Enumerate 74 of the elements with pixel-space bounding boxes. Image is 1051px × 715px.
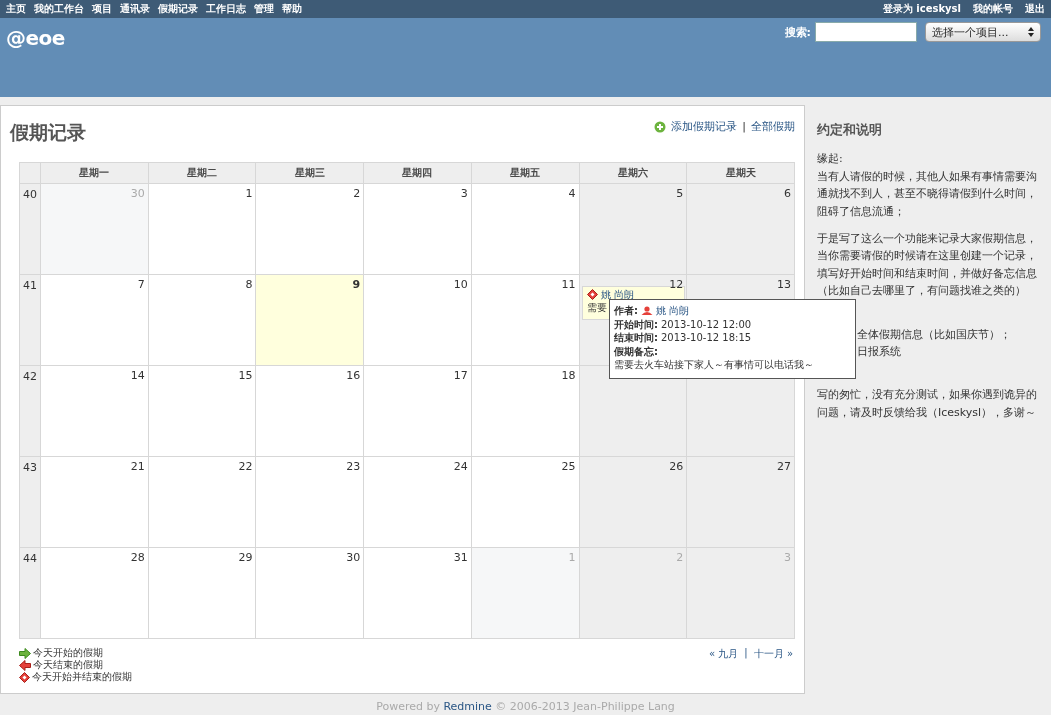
separator: | <box>744 647 748 661</box>
search-label: 搜索: <box>784 24 811 40</box>
page-title: 假期记录 <box>10 120 86 145</box>
week-number: 40 <box>20 184 40 274</box>
day-number: 30 <box>346 551 361 564</box>
day-number: 29 <box>238 551 253 564</box>
day-number: 13 <box>777 278 791 291</box>
day-number: 3 <box>460 187 468 200</box>
day-number: 14 <box>130 369 145 382</box>
sidebar-text: 缘起: <box>817 151 844 168</box>
weekday-header: 星期六 <box>579 163 687 183</box>
legend-label: 今天开始并结束的假期 <box>32 670 132 684</box>
sidebar-title: 约定和说明 <box>817 121 883 139</box>
footer-text: Powered by Redmine © 2006-2013 Jean-Philippe Lang <box>376 700 675 713</box>
weekday-header: 星期四 <box>364 163 471 183</box>
tooltip-note: 需要去火车站接下家人～有事情可以电话我～ <box>614 358 815 372</box>
sidebar-text: 问题，请及时反馈给我（Iceskysl），多谢～ <box>817 404 1038 421</box>
day-number: 2 <box>353 187 361 200</box>
tooltip-label: 开始时间: <box>614 317 658 331</box>
sidebar-text: 日报系统 <box>857 344 902 361</box>
day-number: 25 <box>561 460 576 473</box>
tooltip-value: 2013-10-12 12:00 <box>661 317 752 331</box>
day-number: 15 <box>238 369 253 382</box>
weekday-header: 星期三 <box>256 163 364 183</box>
sidebar-text: 阻碍了信息流通； <box>817 203 906 220</box>
day-number: 1 <box>568 551 576 564</box>
weekday-header: 星期天 <box>687 163 794 183</box>
day-number: 26 <box>669 460 684 473</box>
day-number: 5 <box>676 187 684 200</box>
day-number: 6 <box>784 187 791 200</box>
tooltip-value: 2013-10-12 18:15 <box>661 331 752 345</box>
day-number: 4 <box>568 187 576 200</box>
weekday-header: 星期一 <box>41 163 148 183</box>
day-number: 7 <box>137 278 145 291</box>
tooltip-label: 作者: <box>614 304 638 318</box>
day-number: 17 <box>453 369 468 382</box>
sidebar-text: 填写好开始时间和结束时间，并做好备忘信息 <box>817 265 1038 282</box>
day-number: 27 <box>777 460 791 473</box>
sidebar-text: 当你需要请假的时候请在这里创建一个记录， <box>817 248 1038 265</box>
day-number: 24 <box>453 460 468 473</box>
separator: | <box>742 120 746 133</box>
day-number: 2 <box>676 551 684 564</box>
sidebar-text: 通就找不到人，甚至不晓得请假到什么时间， <box>817 186 1038 203</box>
legend-label: 今天开始的假期 <box>33 646 103 659</box>
day-number: 11 <box>561 278 576 291</box>
legend-label: 今天结束的假期 <box>33 658 103 671</box>
sidebar-text: 于是写了这么一个功能来记录大家假期信息， <box>817 231 1038 248</box>
week-number: 42 <box>20 366 40 456</box>
sidebar-text: 当有人请假的时候，其他人如果有事情需要沟 <box>817 168 1038 185</box>
tooltip-label: 假期备忘: <box>614 344 658 358</box>
day-number: 23 <box>346 460 361 473</box>
day-number: 28 <box>130 551 145 564</box>
day-number: 9 <box>352 278 361 291</box>
sidebar-text: （比如自己去哪里了，有问题找谁之类的） <box>817 283 1027 300</box>
day-number: 3 <box>784 551 791 564</box>
day-number: 8 <box>245 278 253 291</box>
weekday-header: 星期五 <box>471 163 579 183</box>
week-number: 44 <box>20 548 40 638</box>
day-number: 18 <box>561 369 576 382</box>
day-number: 22 <box>238 460 253 473</box>
day-number: 16 <box>346 369 361 382</box>
week-number: 43 <box>20 457 40 547</box>
day-number: 30 <box>130 187 145 200</box>
weekday-header: 星期二 <box>148 163 256 183</box>
logged-in-label: 登录为 iceskysl <box>882 3 961 14</box>
day-number: 1 <box>245 187 253 200</box>
week-number: 41 <box>20 275 40 365</box>
sidebar-text: 写的匆忙，没有充分测试，如果你遇到诡异的 <box>817 387 1038 404</box>
day-number: 10 <box>453 278 468 291</box>
day-number: 31 <box>453 551 468 564</box>
sidebar-text: 全体假期信息（比如国庆节）； <box>857 326 1012 343</box>
day-number: 21 <box>130 460 145 473</box>
day-number: 12 <box>669 278 684 291</box>
tooltip-label: 结束时间: <box>614 331 658 345</box>
